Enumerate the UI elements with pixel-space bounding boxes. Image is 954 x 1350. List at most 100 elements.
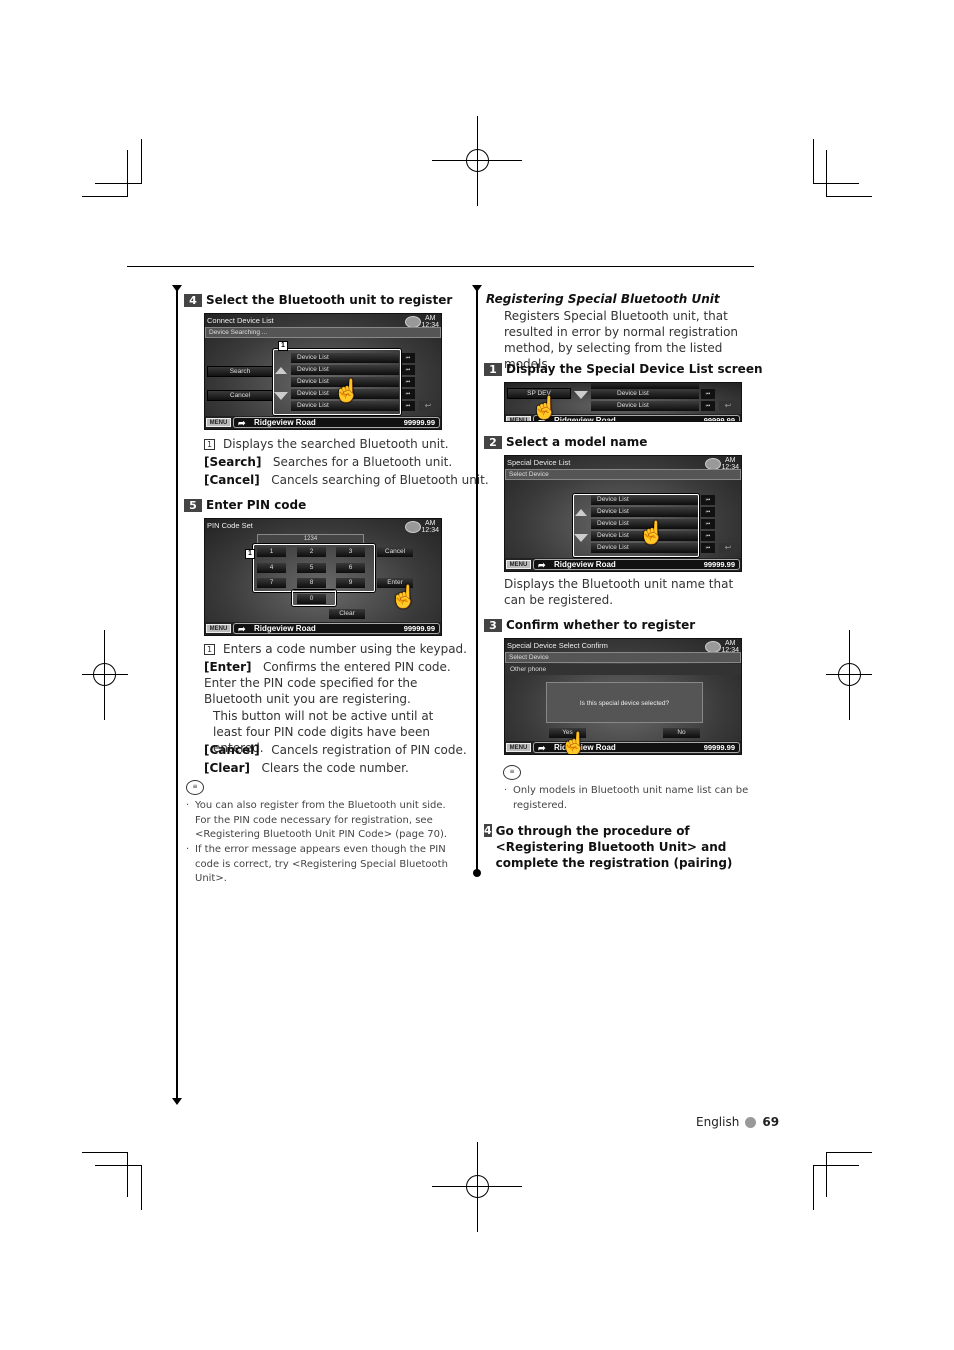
screen-title: PIN Code Set: [207, 521, 253, 530]
clear-button[interactable]: Clear: [329, 609, 365, 619]
crop-mark: [127, 1152, 128, 1197]
special-device-list-screen: Special Device List AM 12:34 Select Devic…: [504, 455, 742, 572]
memo-icon: ≡: [503, 765, 521, 780]
no-button[interactable]: No: [663, 728, 700, 738]
screen-footer: MENU ➦ Ridgeview Road 99999.99: [505, 558, 741, 571]
navigation-bar[interactable]: ➦ Ridgeview Road 99999.99: [233, 417, 440, 428]
status-bar: Select Device: [505, 469, 741, 480]
step-title: Display the Special Device List screen: [506, 362, 763, 376]
callout-number: 1: [245, 549, 255, 559]
registration-mark: [826, 630, 872, 720]
crop-mark: [82, 1152, 128, 1153]
crop-mark: [826, 196, 872, 197]
skip-icon[interactable]: ⏮: [401, 377, 415, 387]
status-bar: Select Device: [505, 652, 741, 663]
crop-mark: [813, 1165, 814, 1210]
skip-icon[interactable]: ⏮: [701, 519, 715, 529]
arrow-down-icon: [172, 285, 182, 292]
skip-icon[interactable]: ⏮: [701, 507, 715, 517]
navigation-bar[interactable]: ➦ Ridgeview Road 99999.99: [533, 415, 740, 421]
step-3-heading: 3 Confirm whether to register: [484, 618, 695, 632]
back-icon[interactable]: ↩: [719, 401, 737, 411]
crop-mark: [95, 1165, 141, 1166]
registration-mark: [432, 1142, 522, 1232]
search-button[interactable]: Search: [207, 366, 273, 377]
callout-highlight: [253, 544, 375, 592]
memo-item: · You can also register from the Bluetoot…: [186, 800, 448, 840]
crop-mark: [813, 183, 859, 184]
skip-icon[interactable]: ⏮: [701, 543, 715, 553]
device-list-item[interactable]: Device List: [591, 389, 699, 399]
note-cancel: [Cancel] Cancels registration of PIN cod…: [204, 743, 467, 757]
menu-button[interactable]: MENU: [506, 743, 531, 752]
back-icon[interactable]: ↩: [719, 543, 737, 553]
scroll-down-icon[interactable]: [574, 391, 588, 399]
skip-icon[interactable]: ⏮: [701, 401, 715, 411]
skip-icon[interactable]: ⏮: [701, 531, 715, 541]
menu-button[interactable]: MENU: [506, 560, 531, 569]
special-device-confirm-screen: Special Device Select Confirm AM 12:34 Se…: [504, 638, 742, 755]
turn-arrow-icon: ➦: [538, 560, 546, 570]
separator-dot-icon: [745, 1117, 757, 1128]
memo-item: · Only models in Bluetooth unit name list…: [504, 785, 749, 811]
navigation-bar[interactable]: ➦ Ridgeview Road 99999.99: [533, 559, 740, 570]
menu-button[interactable]: MENU: [206, 624, 231, 633]
clock: AM 12:34: [421, 520, 439, 534]
cancel-button[interactable]: Cancel: [377, 547, 413, 557]
step-4-heading: 4 Go through the procedure of <Registeri…: [484, 823, 749, 871]
screen-footer: MENU ➦ Ridgeview Road 99999.99: [205, 622, 441, 635]
skip-icon[interactable]: ⏮: [401, 353, 415, 363]
end-dot-icon: [473, 869, 481, 877]
step-1-heading: 1 Display the Special Device List screen: [484, 362, 763, 376]
skip-icon[interactable]: ⏮: [701, 495, 715, 505]
callout-highlight: [292, 590, 336, 606]
skip-icon[interactable]: ⏮: [701, 389, 715, 399]
special-device-screen-crop: Device List Device List ⏮ ⏮ ↩ SP DEV MEN…: [504, 382, 742, 422]
skip-icon[interactable]: ⏮: [401, 389, 415, 399]
note-callout-1: 1 Enters a code number using the keypad.: [204, 641, 467, 657]
turn-arrow-icon: ➦: [238, 624, 246, 634]
crop-mark: [813, 139, 814, 184]
selected-device: Other phone: [505, 664, 741, 675]
skip-icon[interactable]: ⏮: [401, 365, 415, 375]
memo-icon: ≡: [186, 780, 204, 795]
step-number: 4: [484, 824, 492, 837]
note-search: [Search] Searches for a Bluetooth unit.: [204, 455, 453, 469]
step-title: Confirm whether to register: [506, 618, 696, 632]
memo-item: · If the error message appears even thoug…: [186, 844, 448, 884]
note-clear: [Clear] Clears the code number.: [204, 761, 409, 775]
pointer-hand-icon: ☝: [531, 395, 559, 420]
pointer-hand-icon: ☝: [560, 731, 588, 755]
screen-title: Connect Device List: [207, 316, 274, 325]
menu-button[interactable]: MENU: [206, 418, 231, 427]
turn-arrow-icon: ➦: [538, 743, 546, 753]
step-title: Select the Bluetooth unit to register: [206, 293, 453, 307]
back-icon[interactable]: ↩: [419, 401, 437, 411]
crop-mark: [82, 196, 128, 197]
navigation-bar[interactable]: ➦ Ridgeview Road 99999.99: [233, 623, 440, 634]
crop-mark: [826, 1152, 872, 1153]
step-2-description: Displays the Bluetooth unit name that ca…: [504, 577, 734, 607]
cancel-button[interactable]: Cancel: [207, 390, 273, 401]
status-bar: Device Searching ...: [205, 327, 441, 338]
skip-icon[interactable]: ⏮: [401, 401, 415, 411]
page-footer: English 69: [696, 1115, 779, 1129]
menu-button[interactable]: MENU: [506, 416, 531, 421]
arrow-down-icon: [472, 285, 482, 292]
step-number: 4: [184, 294, 202, 307]
pointer-hand-icon: ☝: [638, 520, 666, 545]
connect-device-list-screen: Connect Device List AM 12:34 Device Searc…: [204, 313, 442, 430]
pin-code-set-screen: PIN Code Set AM 12:34 1234 1 2 3 4 5 6 7 …: [204, 518, 442, 636]
section-heading: Registering Special Bluetooth Unit: [486, 292, 720, 306]
step-number: 2: [484, 436, 502, 449]
callout-highlight: [573, 494, 699, 557]
crop-mark: [813, 1165, 859, 1166]
step-number: 1: [484, 363, 502, 376]
device-list-item[interactable]: Device List: [591, 401, 699, 411]
step-title: Select a model name: [506, 435, 648, 449]
device-list-item[interactable]: [591, 383, 699, 389]
step-number: 3: [484, 619, 502, 632]
page-language: English: [696, 1115, 740, 1129]
column-bar-right: [476, 290, 478, 872]
step-number: 5: [184, 499, 202, 512]
